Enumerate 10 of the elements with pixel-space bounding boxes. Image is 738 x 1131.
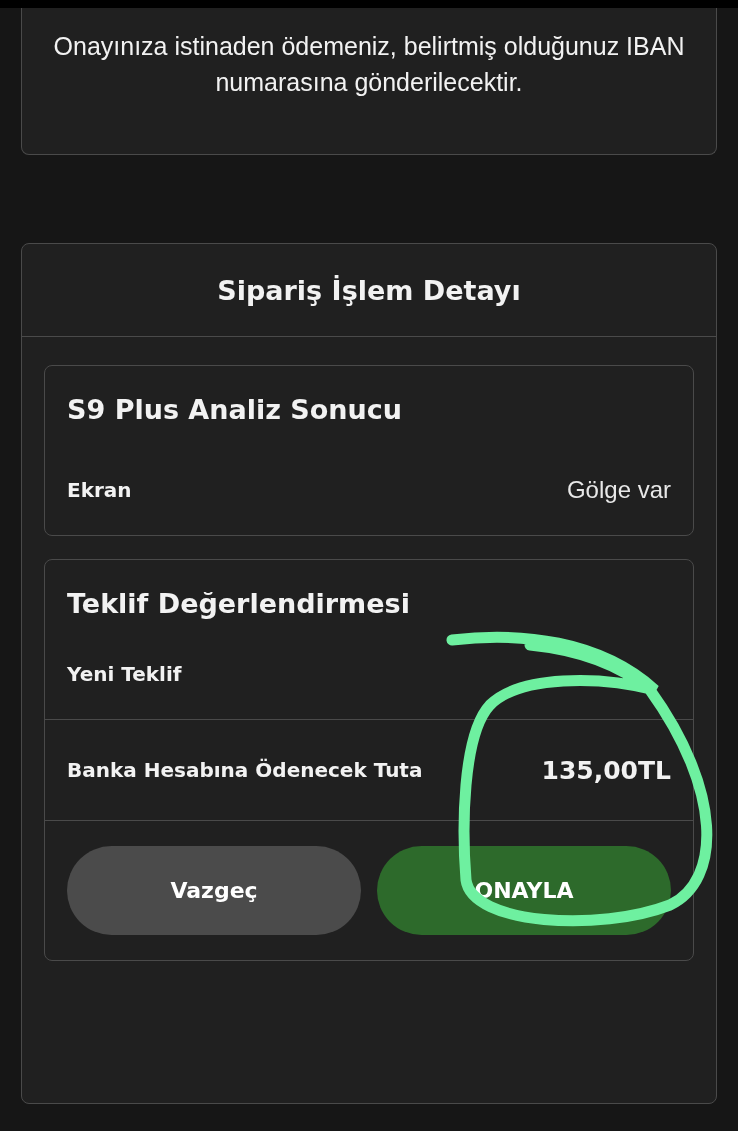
notice-text: Onayınıza istinaden ödemeniz, belirtmiş olduğunuz IBAN numarasına gönderilecektir. bbox=[52, 31, 686, 98]
row-label: Banka Hesabına Ödenecek Tuta bbox=[67, 758, 423, 782]
row-label: Ekran bbox=[67, 478, 132, 502]
cancel-button[interactable]: Vazgeç bbox=[67, 846, 361, 935]
amount-text: 135,00TL bbox=[541, 755, 671, 785]
row-value: Gölge var bbox=[566, 476, 671, 504]
panel-title: S9 Plus Analiz Sonucu bbox=[66, 393, 403, 425]
row-label: Yeni Teklif bbox=[67, 662, 182, 686]
panel-title: Teklif Değerlendirmesi bbox=[66, 587, 411, 619]
section-title: Sipariş İşlem Detayı bbox=[217, 274, 521, 306]
